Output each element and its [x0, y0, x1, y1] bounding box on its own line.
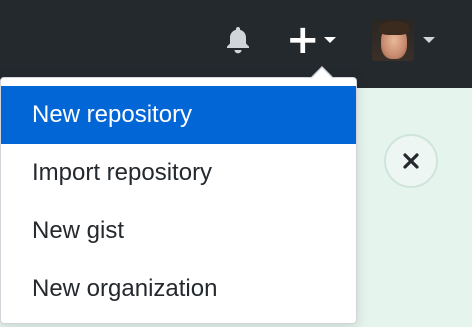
dropdown-pointer-fill: [312, 68, 332, 78]
menu-item-new-repository[interactable]: New repository: [1, 86, 356, 144]
create-new-dropdown-menu: New repository Import repository New gis…: [0, 77, 357, 324]
avatar: [372, 19, 414, 61]
plus-icon: +: [286, 17, 320, 63]
menu-item-new-gist[interactable]: New gist: [1, 202, 356, 260]
dismiss-close-button[interactable]: [384, 134, 438, 188]
user-menu-button[interactable]: [372, 18, 442, 62]
header-bar: +: [0, 0, 472, 88]
menu-item-import-repository[interactable]: Import repository: [1, 144, 356, 202]
create-new-dropdown-button[interactable]: +: [286, 20, 346, 60]
menu-item-new-organization[interactable]: New organization: [1, 260, 356, 318]
caret-down-icon: [423, 37, 435, 43]
close-icon: [403, 153, 419, 169]
notifications-bell-icon[interactable]: [222, 24, 254, 56]
caret-down-icon: [324, 37, 336, 43]
bell-icon: [227, 27, 249, 54]
